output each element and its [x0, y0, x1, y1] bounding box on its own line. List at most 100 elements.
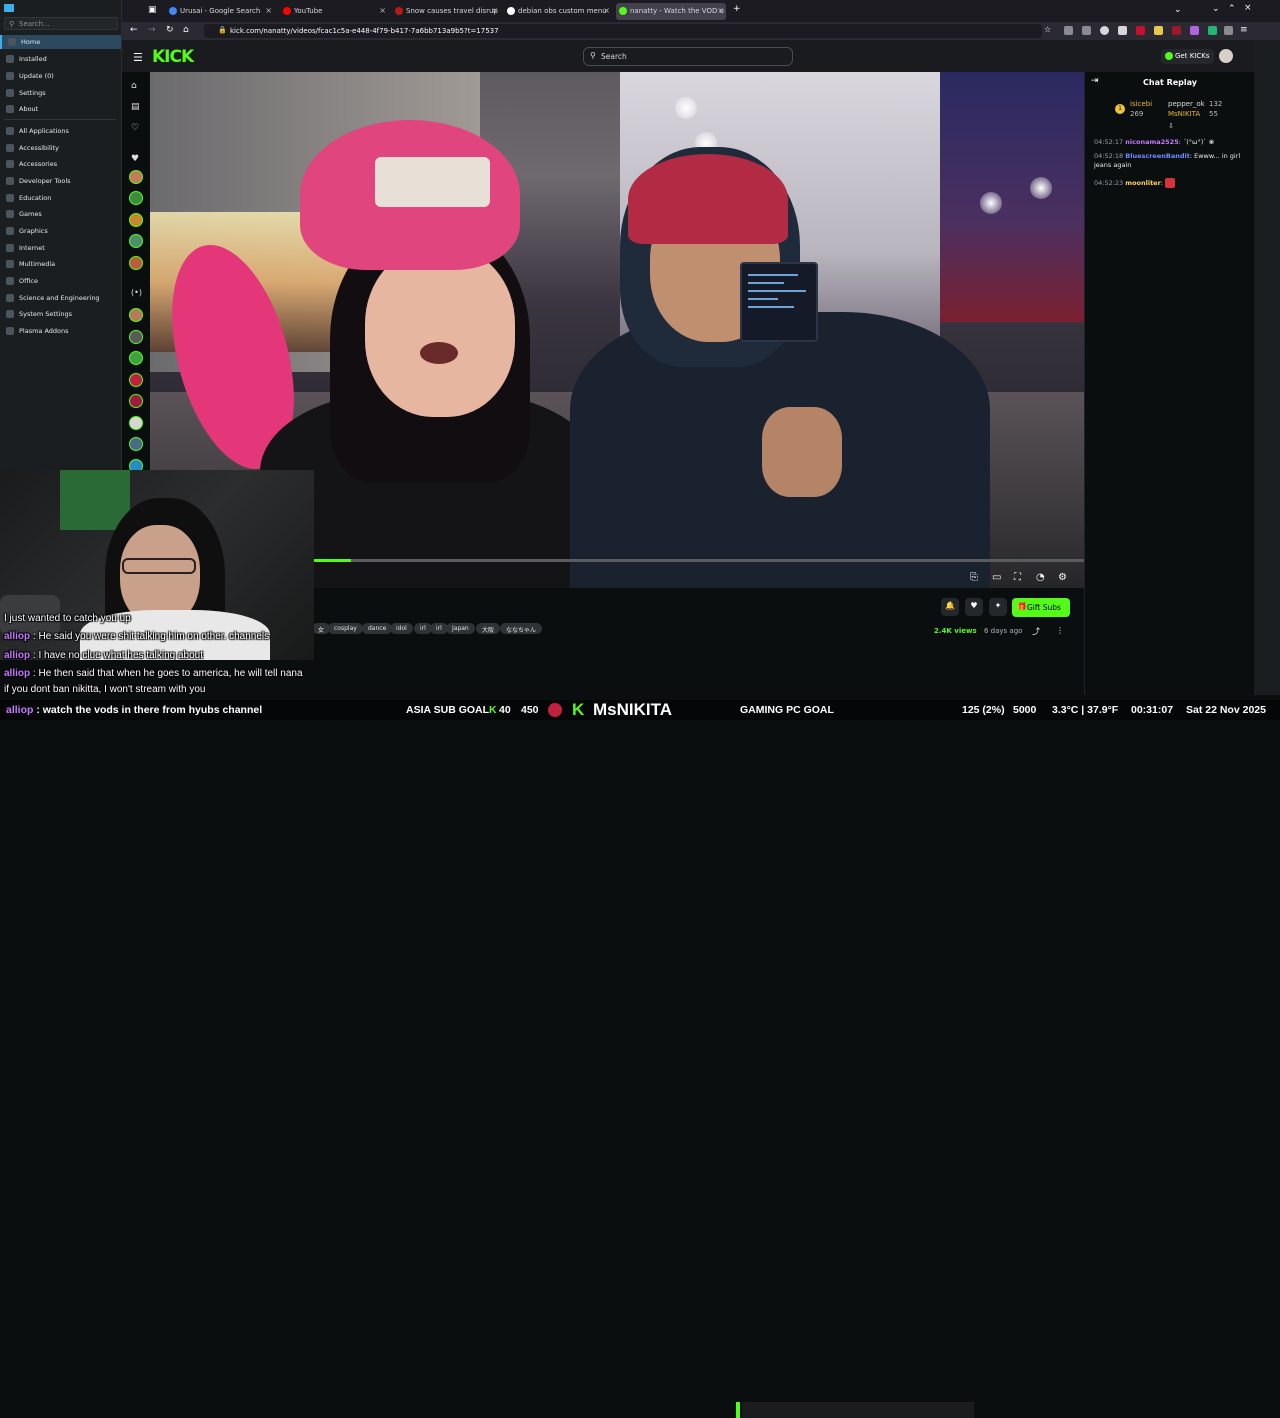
close-tab-icon[interactable]: × [603, 6, 610, 15]
ublock-icon[interactable] [1172, 26, 1181, 35]
launcher-item-about[interactable]: About [0, 102, 121, 116]
puzzle-icon[interactable] [1224, 26, 1233, 35]
launcher-item-office[interactable]: Office [0, 274, 121, 288]
launcher-item-accessibility[interactable]: Accessibility [0, 141, 121, 155]
close-window-icon[interactable]: × [1244, 3, 1252, 13]
leaderboard-user[interactable]: isicebi [1130, 100, 1152, 108]
launcher-item-education[interactable]: Education [0, 191, 121, 205]
tab-google-search[interactable]: Urusai - Google Search × [166, 3, 274, 20]
launcher-item-multimedia[interactable]: Multimedia [0, 257, 121, 271]
tab-debian-obs[interactable]: debian obs custom menu × [504, 3, 612, 20]
tag-chip[interactable]: cosplay [328, 623, 363, 634]
playback-speed-icon[interactable]: ◔ [1036, 572, 1045, 583]
hamburger-menu-icon[interactable]: ≡ [1240, 25, 1248, 35]
installed-icon [6, 55, 14, 63]
channel-avatar[interactable] [129, 213, 143, 227]
channel-avatar[interactable] [129, 373, 143, 387]
get-kicks-button[interactable]: Get KICKs [1161, 49, 1214, 64]
settings-gear-icon[interactable]: ⚙ [1058, 572, 1067, 583]
minimize-icon[interactable]: ⌄ [1212, 4, 1220, 14]
forward-icon[interactable]: → [148, 25, 156, 35]
channel-avatar[interactable] [129, 330, 143, 344]
launcher-item-science[interactable]: Science and Engineering [0, 291, 121, 305]
science-icon [6, 294, 14, 302]
leaderboard-user[interactable]: MsNIKITA [1168, 110, 1200, 118]
kicks-button[interactable]: ✦ [989, 598, 1007, 616]
channel-avatar[interactable] [129, 308, 143, 322]
kick-search-input[interactable]: ⚲ Search [583, 47, 793, 66]
launcher-item-developer-tools[interactable]: Developer Tools [0, 174, 121, 188]
launcher-item-graphics[interactable]: Graphics [0, 224, 121, 238]
launcher-item-plasma-addons[interactable]: Plasma Addons [0, 324, 121, 338]
kick-logo[interactable]: KICK [152, 47, 194, 67]
channel-avatar[interactable] [129, 191, 143, 205]
chat-username[interactable]: moonliter [1125, 179, 1161, 187]
clip-icon[interactable]: ⎘ [970, 572, 978, 583]
more-options-icon[interactable]: ⋮ [1056, 626, 1064, 635]
container-icon[interactable] [1118, 26, 1127, 35]
tag-chip[interactable]: idol [390, 623, 413, 634]
channel-avatar[interactable] [129, 170, 143, 184]
tab-overflow-icon[interactable]: ⌄ [1174, 5, 1182, 15]
follow-heart-button[interactable]: ♥ [965, 598, 983, 616]
launcher-item-accessories[interactable]: Accessories [0, 157, 121, 171]
close-tab-icon[interactable]: × [717, 6, 724, 15]
back-icon[interactable]: ← [130, 25, 138, 35]
tag-chip[interactable]: dance [362, 623, 393, 634]
launcher-item-update[interactable]: Update (0) [0, 69, 121, 83]
extension-icon[interactable] [1208, 26, 1217, 35]
channel-avatar[interactable] [129, 437, 143, 451]
extension-icon[interactable] [1154, 26, 1163, 35]
hamburger-menu-icon[interactable]: ☰ [133, 51, 143, 64]
chat-username[interactable]: niconama2525 [1125, 138, 1178, 146]
notification-bell-button[interactable]: 🔔 [941, 598, 959, 616]
launcher-search-input[interactable]: ⚲ Search... [4, 17, 118, 30]
chat-username[interactable]: BluescreenBandit [1125, 152, 1190, 160]
channel-avatar[interactable] [129, 416, 143, 430]
launcher-item-system-settings[interactable]: System Settings [0, 307, 121, 321]
expand-leaderboard-icon[interactable]: ⇩ [1168, 122, 1174, 130]
launcher-item-all-applications[interactable]: All Applications [0, 124, 121, 138]
tag-chip[interactable]: Japan [446, 623, 475, 634]
channel-avatar[interactable] [129, 256, 143, 270]
close-tab-icon[interactable]: × [491, 6, 498, 15]
new-tab-button[interactable]: + [733, 4, 741, 14]
reload-icon[interactable]: ↻ [166, 25, 174, 35]
browse-icon[interactable]: ▤ [131, 102, 140, 112]
home-icon[interactable]: ⌂ [183, 25, 189, 35]
launcher-item-internet[interactable]: Internet [0, 241, 121, 255]
channel-avatar[interactable] [129, 351, 143, 365]
tab-snow-news[interactable]: Snow causes travel disrup × [392, 3, 500, 20]
user-avatar[interactable] [1219, 49, 1233, 63]
launcher-item-games[interactable]: Games [0, 207, 121, 221]
close-tab-icon[interactable]: × [379, 6, 386, 15]
maximize-icon[interactable]: ⌃ [1228, 4, 1236, 14]
bookmark-star-icon[interactable]: ☆ [1044, 25, 1051, 34]
tab-youtube[interactable]: YouTube × [280, 3, 388, 20]
close-tab-icon[interactable]: × [265, 6, 272, 15]
theater-mode-icon[interactable]: ▭ [992, 572, 1001, 583]
tab-list-icon[interactable]: ▣ [148, 5, 157, 15]
share-icon[interactable]: ⤴ [1032, 626, 1040, 637]
launcher-item-settings[interactable]: Settings [0, 86, 121, 100]
launcher-item-home[interactable]: Home [0, 35, 121, 49]
tab-kick-vod[interactable]: nanatty - Watch the VOD o × [616, 3, 726, 20]
tag-chip[interactable]: ななちゃん [500, 623, 543, 634]
url-bar[interactable]: 🔒 kick.com/nanatty/videos/fcac1c5a-e448-… [204, 24, 1042, 38]
pinterest-extension-icon[interactable] [1136, 26, 1145, 35]
download-icon[interactable] [1064, 26, 1073, 35]
account-icon[interactable] [1100, 26, 1109, 35]
chat-message: 04:52:17 niconama2525: ´(°ω°)` ❀ [1094, 138, 1215, 146]
extension-icon[interactable] [1190, 26, 1199, 35]
leaderboard-user[interactable]: pepper_ok [1168, 100, 1205, 108]
channel-avatar[interactable] [129, 234, 143, 248]
menu-icon[interactable] [4, 4, 14, 12]
gift-subs-button[interactable]: 🎁 Gift Subs [1012, 598, 1070, 617]
home-icon[interactable]: ⌂ [131, 81, 137, 91]
fullscreen-icon[interactable]: ⛶ [1014, 572, 1021, 583]
following-heart-icon[interactable]: ♡ [131, 123, 139, 133]
tag-chip[interactable]: 大阪 [476, 623, 501, 634]
launcher-item-installed[interactable]: Installed [0, 52, 121, 66]
extensions-icon[interactable] [1082, 26, 1091, 35]
channel-avatar[interactable] [129, 394, 143, 408]
